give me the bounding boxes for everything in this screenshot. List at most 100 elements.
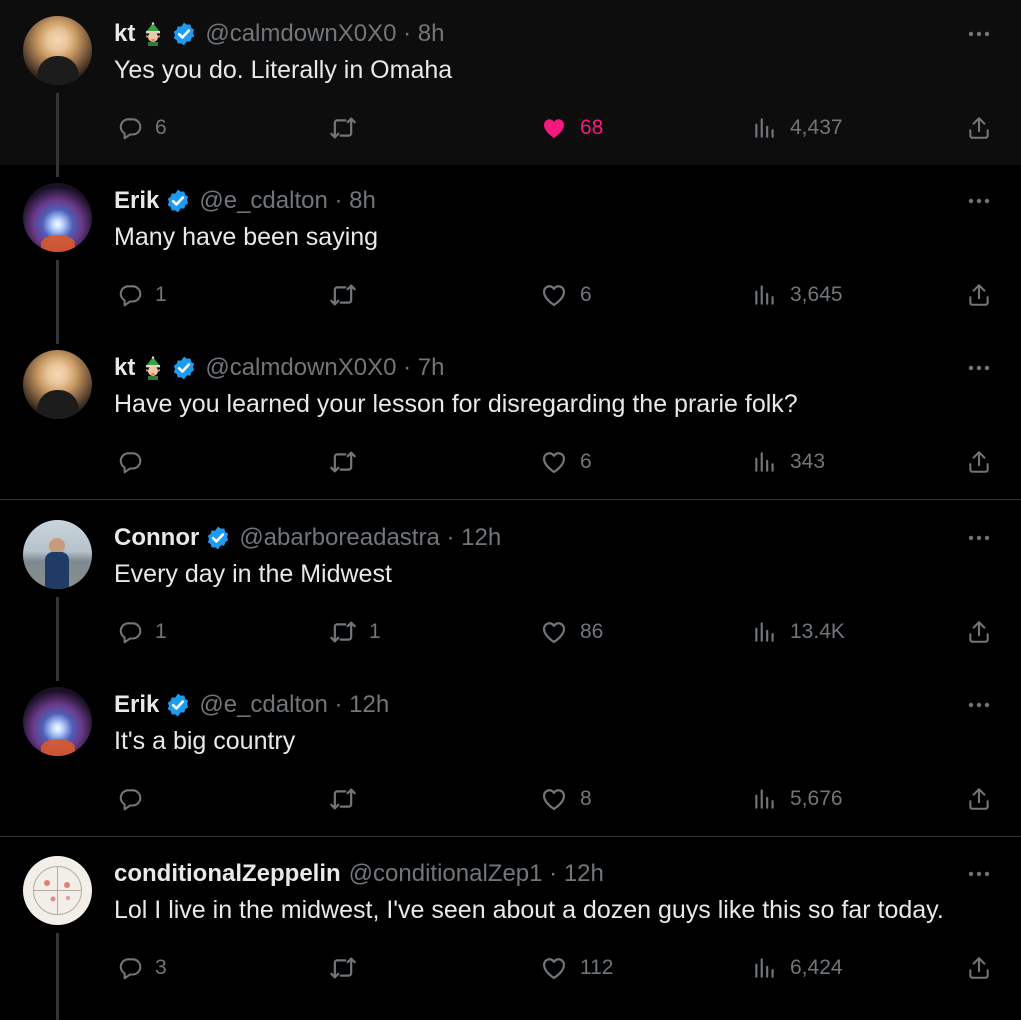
share-button[interactable] (966, 781, 992, 817)
reply-count: 1 (155, 283, 167, 306)
display-name[interactable]: conditionalZeppelin (114, 860, 341, 888)
share-button[interactable] (966, 950, 992, 986)
share-button[interactable] (966, 110, 992, 146)
divider (0, 836, 1021, 837)
views-icon (752, 619, 778, 645)
retweet-button[interactable] (329, 444, 369, 480)
like-button[interactable]: 86 (540, 614, 603, 650)
tweet[interactable]: Erik @e_cdalton · 8h Many have been sayi… (0, 167, 1021, 344)
like-button[interactable]: 8 (540, 781, 592, 817)
tweet-text: Many have been saying (114, 223, 379, 251)
share-icon (966, 449, 992, 475)
map-diagram-icon (33, 866, 82, 915)
share-icon (966, 115, 992, 141)
more-options-icon[interactable] (965, 356, 993, 380)
display-name[interactable]: Erik (114, 691, 159, 719)
like-button[interactable]: 6 (540, 444, 592, 480)
heart-icon (540, 618, 568, 646)
avatar[interactable] (23, 16, 92, 85)
reply-icon (117, 955, 143, 981)
retweet-button[interactable] (329, 110, 369, 146)
views-icon (752, 282, 778, 308)
tweet[interactable]: Erik @e_cdalton · 12h It's a big country… (0, 671, 1021, 836)
tweet[interactable]: Connor @abarboreadastra · 12h Every day … (0, 504, 1021, 681)
share-icon (966, 955, 992, 981)
verified-badge-icon[interactable] (165, 692, 191, 718)
handle-and-time[interactable]: @calmdownX0X0 · 7h (205, 354, 444, 382)
verified-badge-icon[interactable] (171, 21, 197, 47)
display-name[interactable]: Erik (114, 187, 159, 215)
avatar[interactable] (23, 687, 92, 756)
retweet-icon (329, 448, 357, 476)
tweet-actions: 6 343 (0, 444, 1021, 480)
handle-and-time[interactable]: @e_cdalton · 12h (199, 691, 389, 719)
retweet-count: 1 (369, 620, 381, 643)
tweet[interactable]: kt @calmdownX0X0 · 7h Have you learned y… (0, 334, 1021, 499)
view-count: 6,424 (790, 956, 843, 979)
more-options-icon[interactable] (965, 526, 993, 550)
tweet-header: Connor @abarboreadastra · 12h (114, 523, 501, 553)
display-name[interactable]: kt (114, 20, 135, 48)
retweet-button[interactable]: 1 (329, 614, 381, 650)
share-button[interactable] (966, 444, 992, 480)
reply-button[interactable] (117, 781, 155, 817)
handle-and-time[interactable]: @calmdownX0X0 · 8h (205, 20, 444, 48)
retweet-button[interactable] (329, 277, 369, 313)
reply-icon (117, 282, 143, 308)
handle-and-time[interactable]: @e_cdalton · 8h (199, 187, 375, 215)
reply-button[interactable] (117, 444, 155, 480)
verified-badge-icon[interactable] (171, 355, 197, 381)
retweet-button[interactable] (329, 950, 369, 986)
reply-button[interactable]: 1 (117, 277, 167, 313)
view-count: 5,676 (790, 787, 843, 810)
like-button[interactable]: 112 (540, 950, 613, 986)
verified-badge-icon[interactable] (165, 188, 191, 214)
tweet-header: kt @calmdownX0X0 · 8h (114, 19, 445, 49)
avatar[interactable] (23, 856, 92, 925)
more-options-icon[interactable] (965, 693, 993, 717)
tweet[interactable]: kt @calmdownX0X0 · 8h Yes you do. Litera… (0, 0, 1021, 177)
reply-button[interactable]: 1 (117, 614, 167, 650)
avatar[interactable] (23, 520, 92, 589)
display-name[interactable]: Connor (114, 524, 199, 552)
share-button[interactable] (966, 614, 992, 650)
avatar[interactable] (23, 183, 92, 252)
views-icon (752, 449, 778, 475)
tweet-header: Erik @e_cdalton · 12h (114, 690, 389, 720)
tweet-header: kt @calmdownX0X0 · 7h (114, 353, 445, 383)
tweet-actions: 1 1 86 13.4K (0, 614, 1021, 650)
tweet[interactable]: conditionalZeppelin @conditionalZep1 · 1… (0, 840, 1021, 1020)
views-button[interactable]: 343 (752, 444, 825, 480)
tweet-header: Erik @e_cdalton · 8h (114, 186, 376, 216)
views-button[interactable]: 13.4K (752, 614, 845, 650)
retweet-button[interactable] (329, 781, 369, 817)
more-options-icon[interactable] (965, 862, 993, 886)
elf-emoji-icon (141, 22, 165, 46)
more-options-icon[interactable] (965, 22, 993, 46)
views-button[interactable]: 5,676 (752, 781, 843, 817)
tweet-header: conditionalZeppelin @conditionalZep1 · 1… (114, 859, 604, 889)
like-count: 6 (580, 283, 592, 306)
reply-button[interactable]: 6 (117, 110, 167, 146)
reply-button[interactable]: 3 (117, 950, 167, 986)
views-button[interactable]: 6,424 (752, 950, 843, 986)
views-button[interactable]: 4,437 (752, 110, 843, 146)
reply-icon (117, 786, 143, 812)
verified-badge-icon[interactable] (205, 525, 231, 551)
share-button[interactable] (966, 277, 992, 313)
views-button[interactable]: 3,645 (752, 277, 843, 313)
retweet-icon (329, 954, 357, 982)
more-options-icon[interactable] (965, 189, 993, 213)
handle-and-time[interactable]: @abarboreadastra · 12h (239, 524, 501, 552)
retweet-icon (329, 618, 357, 646)
avatar[interactable] (23, 350, 92, 419)
retweet-icon (329, 114, 357, 142)
view-count: 4,437 (790, 116, 843, 139)
reply-count: 3 (155, 956, 167, 979)
like-button[interactable]: 6 (540, 277, 592, 313)
tweet-actions: 8 5,676 (0, 781, 1021, 817)
display-name[interactable]: kt (114, 354, 135, 382)
views-icon (752, 115, 778, 141)
handle-and-time[interactable]: @conditionalZep1 · 12h (349, 860, 604, 888)
like-button[interactable]: 68 (540, 110, 603, 146)
